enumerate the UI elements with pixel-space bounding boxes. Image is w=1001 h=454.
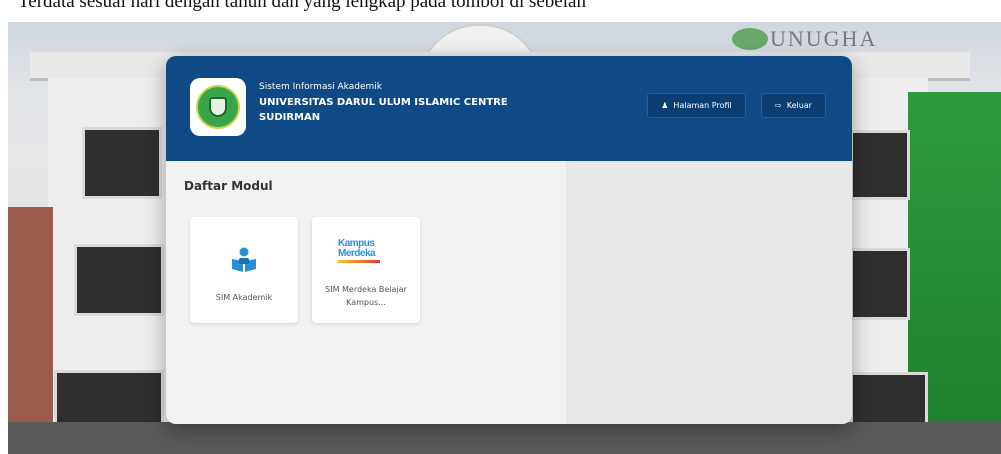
profile-button-label: Halaman Profil	[673, 101, 732, 110]
user-icon: ♟	[661, 101, 669, 110]
university-logo	[190, 78, 246, 136]
header-titles: Sistem Informasi Akademik UNIVERSITAS DA…	[259, 81, 559, 125]
panel-right-area	[566, 161, 852, 424]
reading-person-icon	[232, 247, 256, 272]
app-subtitle: Sistem Informasi Akademik	[259, 82, 382, 92]
logo-shield-icon	[209, 97, 227, 117]
logout-button-label: Keluar	[786, 101, 812, 110]
bg-window	[74, 244, 164, 316]
university-name: UNIVERSITAS DARUL ULUM ISLAMIC CENTRE SU…	[259, 97, 508, 123]
module-label: SIM Merdeka Belajar Kampus...	[325, 285, 407, 307]
cut-off-text-line: Terdata sesuai hari dengan tahun dan yan…	[18, 0, 586, 12]
bg-window	[850, 248, 910, 320]
logo-text-merdeka: Merdeka	[338, 248, 376, 259]
panel-header: Sistem Informasi Akademik UNIVERSITAS DA…	[166, 56, 852, 161]
module-card-sim-merdeka[interactable]: Kampus Merdeka SIM Merdeka Belajar Kampu…	[312, 217, 420, 323]
logout-button[interactable]: ⇨ Keluar	[761, 93, 826, 118]
logo-emblem-icon	[196, 85, 240, 129]
module-card-sim-akademik[interactable]: SIM Akademik	[190, 217, 298, 323]
kampus-merdeka-logo: Kampus Merdeka	[338, 239, 394, 265]
bg-window	[82, 127, 162, 199]
modules-title: Daftar Modul	[184, 179, 273, 193]
bg-brick-wall	[8, 207, 53, 454]
bg-window	[54, 370, 164, 430]
bg-sign-text: UNUGHA	[770, 26, 878, 51]
profile-button[interactable]: ♟ Halaman Profil	[647, 93, 746, 118]
logo-color-strip	[338, 260, 380, 263]
module-label: SIM Akademik	[215, 293, 273, 302]
bg-sign-badge	[732, 28, 768, 50]
bg-ground	[8, 422, 1001, 454]
main-panel: Sistem Informasi Akademik UNIVERSITAS DA…	[166, 56, 852, 424]
logout-icon: ⇨	[775, 101, 782, 110]
bg-window	[850, 130, 910, 200]
